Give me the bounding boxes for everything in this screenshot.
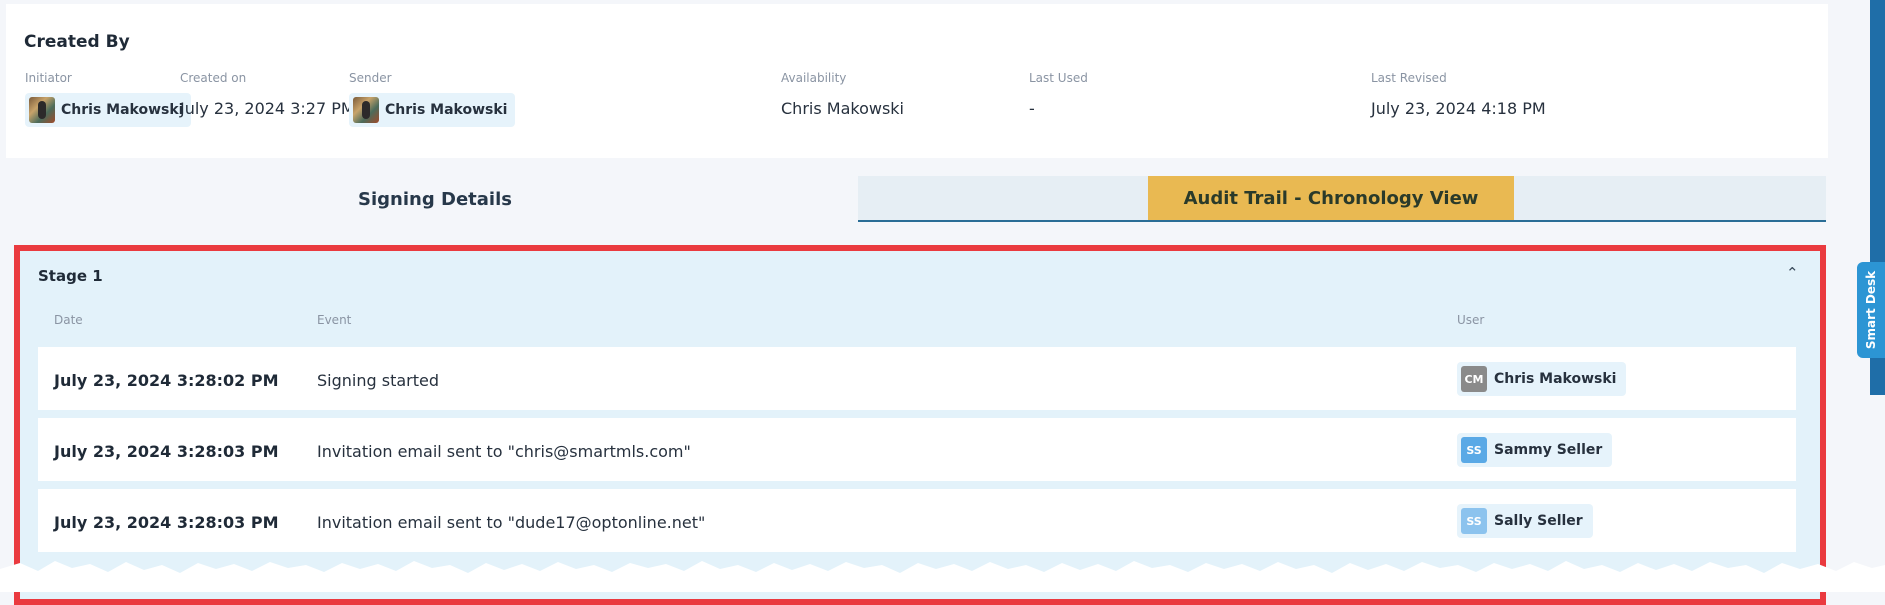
table-row: July 23, 2024 3:28:03 PM Invitation emai… [38,418,1796,481]
sender-label: Sender [349,71,392,85]
availability-label: Availability [781,71,847,85]
user-name: Chris Makowski [1494,371,1617,387]
last-revised-field: Last Revised July 23, 2024 4:18 PM [1371,71,1546,118]
created-on-field: Created on July 23, 2024 3:27 PM [180,71,355,118]
last-used-label: Last Used [1029,71,1088,85]
stage-title[interactable]: Stage 1 [38,267,103,285]
initiator-field: Initiator Chris Makowski [25,71,192,127]
row-event: Invitation email sent to "chris@smartmls… [317,442,691,461]
table-row: July 23, 2024 3:28:02 PM Signing started… [38,347,1796,410]
avatar: SS [1461,508,1487,534]
availability-field: Availability Chris Makowski [781,71,904,118]
row-date: July 23, 2024 3:28:03 PM [54,513,279,532]
smart-desk-label: Smart Desk [1864,270,1878,350]
sender-chip[interactable]: Chris Makowski [349,93,516,127]
row-event: Invitation email sent to "dude17@optonli… [317,513,706,532]
user-name: Sally Seller [1494,513,1583,529]
last-revised-value: July 23, 2024 4:18 PM [1371,99,1546,118]
row-event: Signing started [317,371,439,390]
sender-name: Chris Makowski [385,102,508,118]
created-on-value: July 23, 2024 3:27 PM [180,99,355,118]
user-chip[interactable]: SS Sammy Seller [1457,433,1613,467]
column-header-event: Event [317,313,352,327]
sender-field: Sender Chris Makowski [349,71,516,127]
initiator-name: Chris Makowski [61,102,184,118]
created-on-label: Created on [180,71,247,85]
last-revised-label: Last Revised [1371,71,1447,85]
chevron-up-icon[interactable]: ⌃ [1786,264,1799,282]
table-row: July 23, 2024 3:28:03 PM Invitation emai… [38,489,1796,552]
column-header-user: User [1457,313,1485,327]
user-chip[interactable]: SS Sally Seller [1457,504,1593,538]
user-chip[interactable]: CM Chris Makowski [1457,362,1627,396]
tab-signing-details[interactable]: Signing Details [6,176,864,222]
initiator-label: Initiator [25,71,72,85]
avatar: CM [1461,366,1487,392]
avatar [29,97,55,123]
initiator-chip[interactable]: Chris Makowski [25,93,192,127]
user-name: Sammy Seller [1494,442,1603,458]
created-by-title: Created By [24,32,130,52]
row-date: July 23, 2024 3:28:02 PM [54,371,279,390]
last-used-field: Last Used - [1029,71,1088,118]
torn-edge [0,561,1885,592]
avatar: SS [1461,437,1487,463]
row-date: July 23, 2024 3:28:03 PM [54,442,279,461]
column-header-date: Date [54,313,83,327]
smart-desk-button[interactable]: Smart Desk [1857,262,1885,358]
tab-audit-trail[interactable]: Audit Trail - Chronology View [1148,176,1514,220]
avatar [353,97,379,123]
availability-value: Chris Makowski [781,99,904,118]
last-used-value: - [1029,99,1035,118]
